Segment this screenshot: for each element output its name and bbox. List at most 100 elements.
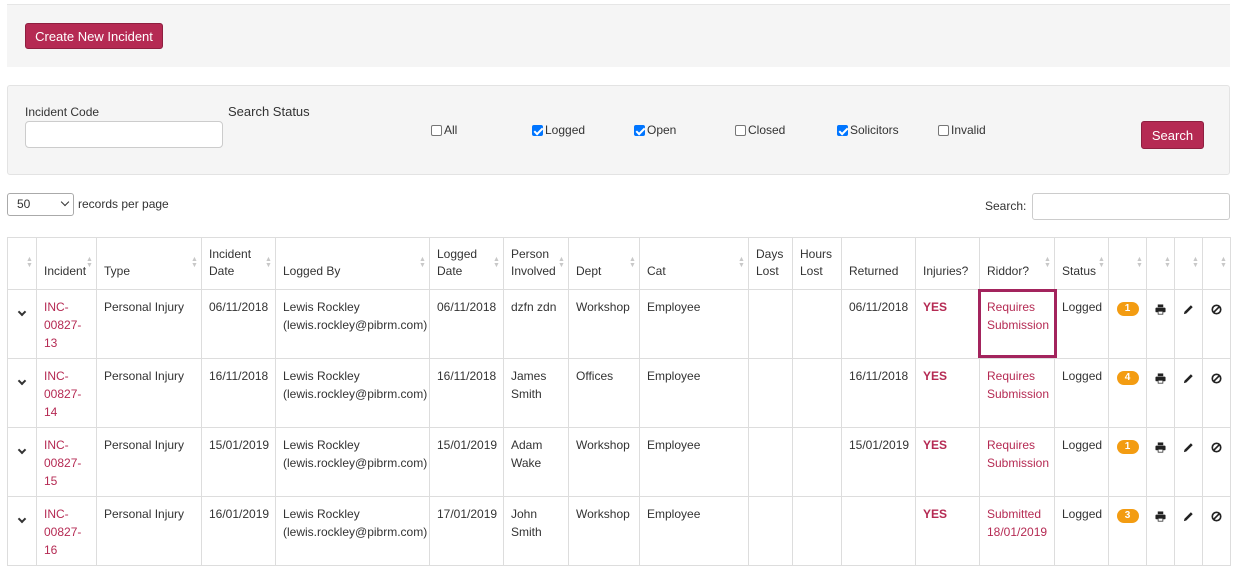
- header-status[interactable]: Status ▲ ▼: [1054, 237, 1109, 290]
- status-cell: Logged: [1054, 289, 1109, 359]
- expand-row-cell[interactable]: [7, 427, 37, 497]
- sort-icon: ▲ ▼: [558, 256, 565, 269]
- ban-icon[interactable]: [1211, 511, 1222, 525]
- riddor-cell[interactable]: Requires Submission: [979, 427, 1055, 497]
- checkbox-box[interactable]: [431, 124, 442, 136]
- pencil-icon[interactable]: [1183, 373, 1194, 387]
- riddor-link[interactable]: Submitted 18/01/2019: [987, 507, 1047, 539]
- count-badge: 3: [1116, 509, 1139, 523]
- table-search-input[interactable]: [1032, 193, 1230, 220]
- create-incident-button[interactable]: Create New Incident: [25, 23, 163, 49]
- sort-icon: ▲ ▼: [493, 256, 500, 269]
- incident-code-cell[interactable]: INC-00827-13: [36, 289, 97, 359]
- incident-code-cell[interactable]: INC-00827-14: [36, 358, 97, 428]
- print-cell[interactable]: [1146, 289, 1175, 359]
- header-cat[interactable]: Cat ▲ ▼: [639, 237, 749, 290]
- checkbox-label: Invalid: [951, 123, 986, 137]
- checkbox-box[interactable]: [532, 124, 543, 136]
- header-dept[interactable]: Dept ▲ ▼: [568, 237, 640, 290]
- header-hours-lost[interactable]: Hours Lost: [792, 237, 842, 290]
- header-person-involved[interactable]: Person Involved ▲ ▼: [503, 237, 569, 290]
- print-icon[interactable]: [1155, 373, 1166, 387]
- invalidate-cell[interactable]: [1202, 358, 1231, 428]
- status-invalid-checkbox[interactable]: Invalid: [938, 123, 986, 137]
- page-size-select[interactable]: 50: [7, 193, 74, 216]
- header-type[interactable]: Type ▲ ▼: [96, 237, 202, 290]
- print-cell[interactable]: [1146, 358, 1175, 428]
- status-solicitors-checkbox[interactable]: Solicitors: [837, 123, 899, 137]
- incident-code-cell[interactable]: INC-00827-15: [36, 427, 97, 497]
- pencil-icon[interactable]: [1183, 511, 1194, 525]
- header-returned[interactable]: Returned: [841, 237, 916, 290]
- status-logged-checkbox[interactable]: Logged: [532, 123, 585, 137]
- header-expand[interactable]: ▲ ▼: [7, 237, 37, 290]
- invalidate-cell[interactable]: [1202, 289, 1231, 359]
- pencil-icon[interactable]: [1183, 442, 1194, 456]
- logged-date-cell: 15/01/2019: [429, 427, 504, 497]
- status-closed-checkbox[interactable]: Closed: [735, 123, 785, 137]
- status-open-checkbox[interactable]: Open: [634, 123, 676, 137]
- invalidate-cell[interactable]: [1202, 427, 1231, 497]
- checkbox-box[interactable]: [837, 124, 848, 136]
- header-count[interactable]: ▲ ▼: [1108, 237, 1147, 290]
- expand-row-cell[interactable]: [7, 358, 37, 428]
- ban-icon[interactable]: [1211, 373, 1222, 387]
- chevron-down-icon[interactable]: [17, 307, 27, 317]
- print-icon[interactable]: [1155, 304, 1166, 318]
- print-cell[interactable]: [1146, 496, 1175, 566]
- header-invalidate[interactable]: ▲ ▼: [1202, 237, 1231, 290]
- header-print[interactable]: ▲ ▼: [1146, 237, 1175, 290]
- sort-icon: ▲ ▼: [1164, 256, 1171, 269]
- search-button[interactable]: Search: [1141, 121, 1204, 149]
- invalidate-cell[interactable]: [1202, 496, 1231, 566]
- page-size-value: 50: [17, 197, 31, 211]
- incident-link[interactable]: INC-00827-13: [44, 300, 81, 350]
- print-icon[interactable]: [1155, 511, 1166, 525]
- riddor-cell[interactable]: Submitted 18/01/2019: [979, 496, 1055, 566]
- status-all-checkbox[interactable]: All: [431, 123, 457, 137]
- header-days-lost[interactable]: Days Lost: [748, 237, 793, 290]
- sort-icon: ▲ ▼: [738, 256, 745, 269]
- riddor-link[interactable]: Requires Submission: [987, 369, 1049, 401]
- edit-cell[interactable]: [1174, 358, 1203, 428]
- incident-link[interactable]: INC-00827-15: [44, 438, 81, 488]
- incident-code-cell[interactable]: INC-00827-16: [36, 496, 97, 566]
- top-toolbar: Create New Incident: [7, 4, 1230, 67]
- incident-link[interactable]: INC-00827-14: [44, 369, 81, 419]
- incident-code-input[interactable]: [25, 121, 223, 148]
- header-riddor[interactable]: Riddor? ▲ ▼: [979, 237, 1055, 290]
- riddor-link[interactable]: Requires Submission: [987, 300, 1049, 332]
- expand-row-cell[interactable]: [7, 496, 37, 566]
- header-logged-by[interactable]: Logged By ▲ ▼: [275, 237, 430, 290]
- incident-date-cell: 16/01/2019: [201, 496, 276, 566]
- print-cell[interactable]: [1146, 427, 1175, 497]
- table-row: INC-00827-13 Personal Injury 06/11/2018 Lew…: [7, 289, 1231, 359]
- header-injuries[interactable]: Injuries?: [915, 237, 980, 290]
- ban-icon[interactable]: [1211, 442, 1222, 456]
- riddor-link[interactable]: Requires Submission: [987, 438, 1049, 470]
- injuries-value: YES: [923, 300, 948, 314]
- chevron-down-icon[interactable]: [17, 376, 27, 386]
- hours-lost-cell: [792, 496, 842, 566]
- header-incident-date[interactable]: Incident Date ▲ ▼: [201, 237, 276, 290]
- hours-lost-cell: [792, 427, 842, 497]
- cat-cell: Employee: [639, 289, 749, 359]
- expand-row-cell[interactable]: [7, 289, 37, 359]
- edit-cell[interactable]: [1174, 289, 1203, 359]
- riddor-cell[interactable]: Requires Submission: [978, 289, 1058, 359]
- pencil-icon[interactable]: [1183, 304, 1194, 318]
- edit-cell[interactable]: [1174, 427, 1203, 497]
- header-edit[interactable]: ▲ ▼: [1174, 237, 1203, 290]
- ban-icon[interactable]: [1211, 304, 1222, 318]
- chevron-down-icon[interactable]: [17, 445, 27, 455]
- print-icon[interactable]: [1155, 442, 1166, 456]
- riddor-cell[interactable]: Requires Submission: [979, 358, 1055, 428]
- checkbox-box[interactable]: [938, 124, 949, 136]
- edit-cell[interactable]: [1174, 496, 1203, 566]
- header-incident[interactable]: Incident ▲ ▼: [36, 237, 97, 290]
- incident-link[interactable]: INC-00827-16: [44, 507, 81, 557]
- header-logged-date[interactable]: Logged Date ▲ ▼: [429, 237, 504, 290]
- checkbox-box[interactable]: [634, 124, 645, 136]
- chevron-down-icon[interactable]: [17, 514, 27, 524]
- checkbox-box[interactable]: [735, 124, 746, 136]
